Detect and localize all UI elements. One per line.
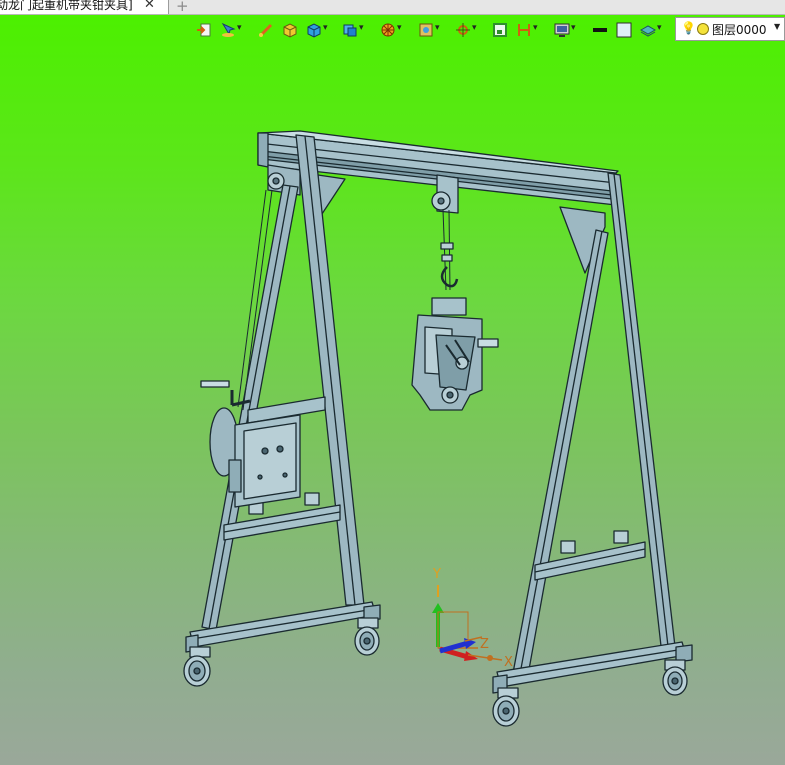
gantry-crane-model[interactable]: Y Z X xyxy=(0,15,785,765)
caster-wheel xyxy=(492,687,520,727)
caster-wheel xyxy=(354,617,380,656)
coordinate-axes-triad: Y Z X xyxy=(432,567,513,670)
document-tab[interactable]: 动龙门起重机带夹钳夹具] ✕ xyxy=(0,0,169,14)
right-rear-leg xyxy=(607,172,677,656)
caster-wheel xyxy=(183,646,211,687)
axis-label-z: Z xyxy=(480,637,489,652)
document-tab-bar: 动龙门起重机带夹钳夹具] ✕ + xyxy=(0,0,785,15)
cad-application: 动龙门起重机带夹钳夹具] ✕ + ▾ ▾ ▾ ▾ ▾ ▾ ▾ ▾ ▾ 💡 图层0… xyxy=(0,0,785,765)
left-front-leg xyxy=(295,134,365,606)
axis-label-y: Y xyxy=(432,567,441,582)
caster-wheel xyxy=(662,659,688,696)
right-front-leg xyxy=(512,229,609,676)
axis-label-x: X xyxy=(504,655,513,670)
new-tab-icon[interactable]: + xyxy=(176,0,189,15)
close-icon[interactable]: ✕ xyxy=(144,0,155,11)
hook-and-clamp xyxy=(411,242,499,411)
document-tab-title: 动龙门起重机带夹钳夹具] xyxy=(0,0,133,12)
